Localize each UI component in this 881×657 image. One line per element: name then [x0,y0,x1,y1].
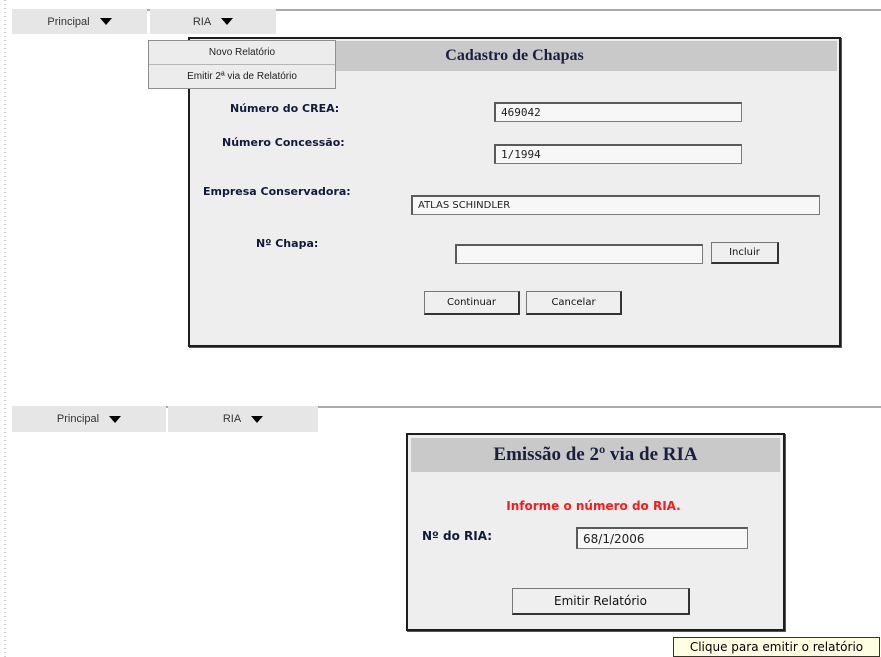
ria-dropdown-menu: Novo Relatório Emitir 2ª via de Relatóri… [148,40,336,89]
top-menu-principal[interactable]: Principal [12,9,147,34]
menu-ria-label: RIA [192,15,212,28]
chevron-down-icon [251,415,264,423]
ria-input[interactable]: 68/1/2006 [576,527,748,549]
chapa-label: Nº Chapa: [256,237,319,250]
chevron-down-icon [109,415,122,423]
tooltip: Clique para emitir o relatório [673,637,880,657]
menu-item-emitir-2via[interactable]: Emitir 2ª via de Relatório [149,65,335,88]
chevron-down-icon [99,18,112,25]
menu-item-novo-relatorio[interactable]: Novo Relatório [149,41,335,65]
menu-ria-label: RIA [222,413,242,425]
menu-principal-label: Principal [56,413,100,425]
emissao-ria-panel: Emissão de 2º via de RIA Informe o númer… [406,433,785,631]
incluir-button[interactable]: Incluir [711,242,779,264]
empresa-label: Empresa Conservadora: [203,185,351,198]
chevron-down-icon [221,18,234,25]
panel-title: Emissão de 2º via de RIA [411,438,780,472]
concessao-input[interactable]: 1/1994 [494,144,742,164]
bottom-menu-principal[interactable]: Principal [12,406,166,432]
top-menu-ria[interactable]: RIA [150,9,276,34]
bottom-menu-ria[interactable]: RIA [168,406,318,432]
empresa-input[interactable]: ATLAS SCHINDLER [411,195,820,215]
continuar-button[interactable]: Continuar [424,291,520,315]
crea-input[interactable]: 469042 [494,102,742,122]
ria-label: Nº do RIA: [422,529,493,543]
emitir-relatorio-button[interactable]: Emitir Relatório [512,588,690,615]
menu-principal-label: Principal [47,15,90,28]
left-dotted-guide [4,0,6,657]
concessao-label: Número Concessão: [222,136,345,149]
cancelar-button[interactable]: Cancelar [526,291,622,315]
chapa-input[interactable] [455,244,703,264]
crea-label: Número do CREA: [230,102,340,115]
info-message: Informe o número do RIA. [506,499,681,513]
